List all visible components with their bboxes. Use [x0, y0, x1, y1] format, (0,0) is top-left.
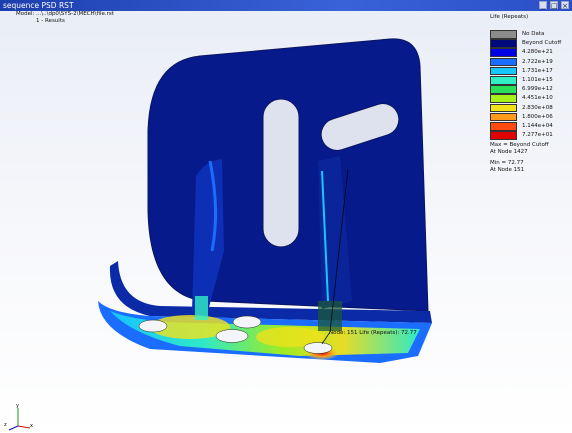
- legend-swatch: [490, 94, 517, 103]
- legend-swatch: [490, 30, 517, 39]
- rib-base-left: [195, 296, 208, 320]
- legend-entry-label: No Data: [522, 31, 545, 37]
- legend-entry-label: 1.731e+17: [522, 67, 553, 74]
- legend-swatch: [490, 103, 517, 113]
- legend-entry: 6.999e+12: [490, 85, 570, 94]
- model-label: Model:: [16, 11, 35, 17]
- legend-max-node: At Node 1427: [490, 149, 528, 155]
- legend-entry: 2.722e+19: [490, 57, 570, 67]
- legend-entry: Beyond Cutoff: [490, 39, 570, 48]
- legend-entry-label: 4.280e+21: [522, 49, 553, 56]
- model-info: Model: ...\..\dp0\SYS-2\MECH\file.rst 1 -…: [16, 11, 114, 25]
- legend-entry: 2.830e+08: [490, 103, 570, 113]
- legend-entry-label: 1.800e+06: [522, 113, 553, 120]
- legend-entry-label: 7.277e+01: [522, 132, 553, 139]
- legend-entry: 7.277e+01: [490, 131, 570, 140]
- close-button[interactable]: ×: [561, 1, 569, 10]
- legend-entry: 1.144e+04: [490, 122, 570, 131]
- minimize-button[interactable]: _: [539, 1, 547, 10]
- legend-min: Min = 72.77: [490, 160, 524, 166]
- legend-entry: 1.101e+15: [490, 76, 570, 85]
- legend-swatch: [490, 122, 517, 131]
- triad-y-label: y: [16, 403, 19, 409]
- legend-swatch: [490, 76, 517, 85]
- legend-swatch: [490, 112, 517, 122]
- triad-z-label: z: [4, 422, 7, 428]
- legend-entry: No Data: [490, 30, 570, 39]
- legend-entry: 1.731e+17: [490, 66, 570, 76]
- bolt-hole-3: [215, 329, 249, 343]
- legend-entry: 1.800e+06: [490, 112, 570, 122]
- legend-swatch: [490, 66, 517, 76]
- legend-entry-label: 6.999e+12: [522, 86, 553, 93]
- plate-slot-vertical: [262, 98, 300, 248]
- window-controls: _ □ ×: [539, 1, 569, 10]
- legend-swatch: [490, 131, 517, 140]
- legend-stats: Max = Beyond Cutoff At Node 1427 Min = 7…: [490, 142, 549, 174]
- maximize-button[interactable]: □: [550, 1, 558, 10]
- legend-entry-label: 4.451e+10: [522, 95, 553, 102]
- legend-swatch: [490, 48, 517, 57]
- bolt-hole-2: [232, 315, 262, 329]
- 3d-viewport[interactable]: [0, 11, 572, 433]
- window-titlebar: sequence PSD RST _ □ ×: [0, 0, 572, 11]
- legend-swatch: [490, 39, 517, 48]
- legend-entry-label: Beyond Cutoff: [522, 40, 562, 47]
- rib-base-right: [318, 301, 342, 331]
- result-set-label: 1 - Results: [36, 18, 65, 24]
- legend-entry-label: 1.101e+15: [522, 77, 553, 83]
- probe-annotation[interactable]: Node: 151 Life (Repeats): 72.77: [329, 330, 417, 336]
- model-path: ...\..\dp0\SYS-2\MECH\file.rst: [36, 11, 114, 17]
- triad-x-label: x: [30, 423, 33, 429]
- legend-entry-label: 2.830e+08: [522, 104, 553, 111]
- bolt-hole-4: [303, 342, 333, 354]
- legend-max: Max = Beyond Cutoff: [490, 142, 549, 148]
- window-title: sequence PSD RST: [3, 1, 74, 10]
- legend-title: Life (Repeats): [490, 14, 529, 20]
- legend-entry: 4.280e+21: [490, 48, 570, 57]
- axis-triad: y x z: [4, 403, 33, 431]
- legend-entry-label: 1.144e+04: [522, 123, 553, 129]
- legend-swatch: [490, 85, 517, 94]
- bolt-hole-1: [138, 319, 168, 333]
- legend-min-node: At Node 151: [490, 167, 525, 173]
- legend-swatch: [490, 57, 517, 67]
- legend-entry-label: 2.722e+19: [522, 58, 553, 65]
- legend-entry: 4.451e+10: [490, 94, 570, 103]
